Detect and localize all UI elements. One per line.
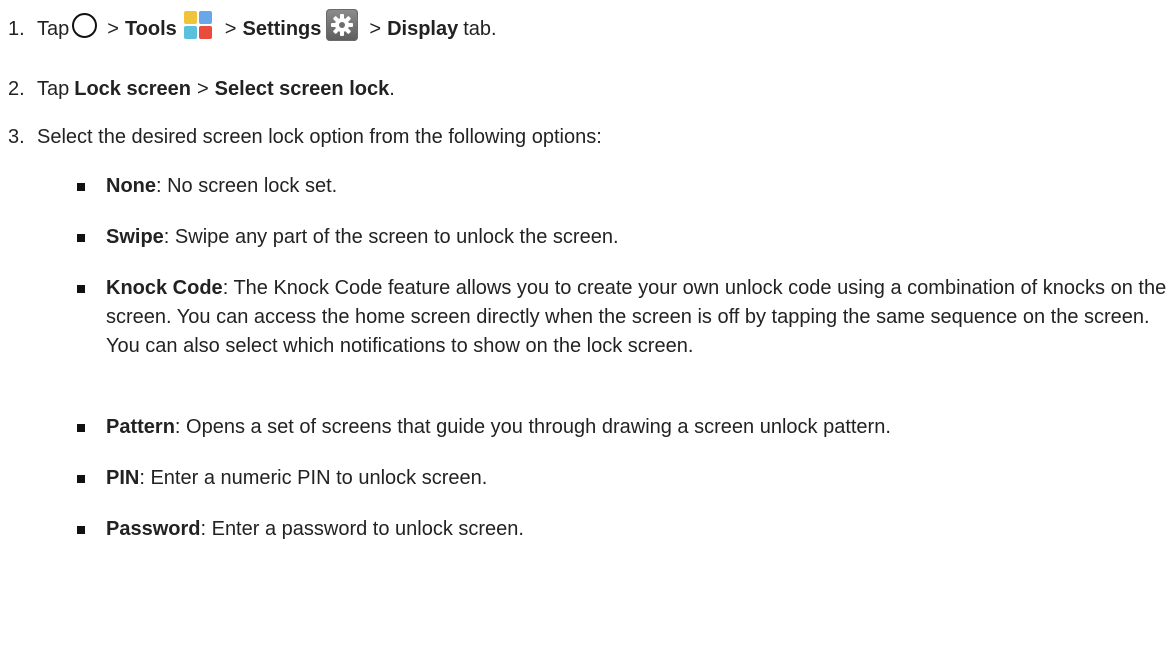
option-term: Pattern [106,416,175,438]
bullet-marker [77,234,85,242]
list-item: Password: Enter a password to unlock scr… [0,515,1172,545]
separator: > [224,17,237,40]
tab-word: tab. [463,17,497,40]
bullet-marker [77,526,85,534]
lock-screen-label: Lock screen [74,77,191,100]
option-desc: : Opens a set of screens that guide you … [174,416,891,438]
step-number: 2. [8,77,25,100]
home-circle-icon [72,12,98,38]
settings-gear-icon [326,9,359,41]
tools-label: Tools [124,17,177,40]
step-number: 1. [8,17,25,40]
step-3-text: Select the desired screen lock option fr… [37,125,602,148]
bullet-marker [77,183,85,191]
tap-word: Tap [37,77,70,100]
option-desc: : The Knock Code feature allows you to c… [106,277,1167,357]
option-term: PIN [106,467,140,489]
option-text: PIN: Enter a numeric PIN to unlock scree… [106,464,1168,493]
bullet-marker [77,475,85,483]
step-2-text: Tap Lock screen > Select screen lock . [37,78,395,101]
option-desc: : Swipe any part of the screen to unlock… [163,226,619,248]
option-desc: : Enter a numeric PIN to unlock screen. [139,467,488,489]
separator: > [196,77,209,100]
option-desc: : Enter a password to unlock screen. [200,518,524,540]
option-term: Swipe [106,226,164,248]
tools-folder-icon [183,10,213,40]
separator: > [107,17,119,40]
bullet-marker [77,424,85,432]
period: . [389,77,395,100]
display-label: Display [387,17,459,40]
list-item: PIN: Enter a numeric PIN to unlock scree… [0,464,1172,494]
step-1-text: Tap > Tools > Settings > Display tab. [37,9,497,45]
option-text: Swipe: Swipe any part of the screen to u… [106,223,1168,252]
separator: > [369,17,382,40]
option-term: Password [106,518,201,540]
list-item: Swipe: Swipe any part of the screen to u… [0,223,1172,253]
settings-label: Settings [242,17,322,40]
list-item: None: No screen lock set. [0,172,1172,202]
option-desc: : No screen lock set. [156,175,338,197]
tap-word: Tap [37,17,70,40]
bullet-marker [77,285,85,293]
option-text: None: No screen lock set. [106,172,1168,201]
select-screen-lock-label: Select screen lock [214,77,390,100]
option-text: Pattern: Opens a set of screens that gui… [106,413,1168,442]
option-term: Knock Code [106,277,223,299]
option-text: Password: Enter a password to unlock scr… [106,515,1168,544]
option-text: Knock Code: The Knock Code feature allow… [106,274,1168,361]
list-item: Knock Code: The Knock Code feature allow… [0,274,1172,394]
list-item: Pattern: Opens a set of screens that gui… [0,413,1172,443]
step-number: 3. [8,125,25,148]
option-term: None [106,175,156,197]
